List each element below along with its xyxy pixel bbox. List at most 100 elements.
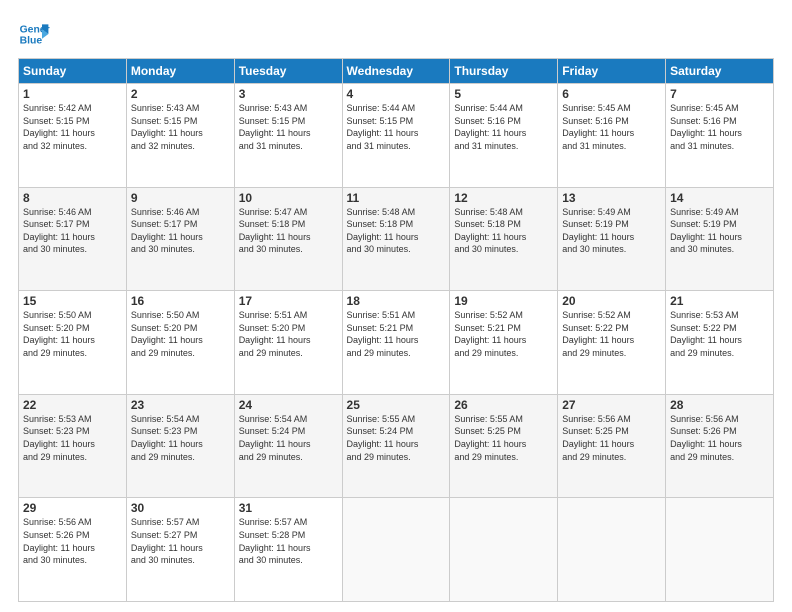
day-info: Sunrise: 5:42 AM Sunset: 5:15 PM Dayligh… [23, 102, 122, 152]
calendar-cell: 6Sunrise: 5:45 AM Sunset: 5:16 PM Daylig… [558, 84, 666, 188]
calendar-cell: 19Sunrise: 5:52 AM Sunset: 5:21 PM Dayli… [450, 291, 558, 395]
calendar-cell: 22Sunrise: 5:53 AM Sunset: 5:23 PM Dayli… [19, 394, 127, 498]
calendar-cell [666, 498, 774, 602]
day-info: Sunrise: 5:57 AM Sunset: 5:28 PM Dayligh… [239, 516, 338, 566]
logo: General Blue [18, 18, 50, 50]
day-info: Sunrise: 5:46 AM Sunset: 5:17 PM Dayligh… [23, 206, 122, 256]
day-number: 20 [562, 294, 661, 308]
day-info: Sunrise: 5:57 AM Sunset: 5:27 PM Dayligh… [131, 516, 230, 566]
day-header-monday: Monday [126, 59, 234, 84]
day-number: 10 [239, 191, 338, 205]
day-info: Sunrise: 5:53 AM Sunset: 5:22 PM Dayligh… [670, 309, 769, 359]
calendar-cell: 29Sunrise: 5:56 AM Sunset: 5:26 PM Dayli… [19, 498, 127, 602]
day-info: Sunrise: 5:54 AM Sunset: 5:24 PM Dayligh… [239, 413, 338, 463]
logo-icon: General Blue [18, 18, 50, 50]
day-number: 4 [347, 87, 446, 101]
calendar-cell: 17Sunrise: 5:51 AM Sunset: 5:20 PM Dayli… [234, 291, 342, 395]
calendar-cell [558, 498, 666, 602]
day-info: Sunrise: 5:51 AM Sunset: 5:20 PM Dayligh… [239, 309, 338, 359]
calendar-week-4: 22Sunrise: 5:53 AM Sunset: 5:23 PM Dayli… [19, 394, 774, 498]
calendar-cell: 2Sunrise: 5:43 AM Sunset: 5:15 PM Daylig… [126, 84, 234, 188]
calendar-week-2: 8Sunrise: 5:46 AM Sunset: 5:17 PM Daylig… [19, 187, 774, 291]
calendar-cell [450, 498, 558, 602]
header: General Blue [18, 18, 774, 50]
day-number: 13 [562, 191, 661, 205]
day-number: 24 [239, 398, 338, 412]
calendar-cell: 23Sunrise: 5:54 AM Sunset: 5:23 PM Dayli… [126, 394, 234, 498]
calendar-header-row: SundayMondayTuesdayWednesdayThursdayFrid… [19, 59, 774, 84]
day-number: 23 [131, 398, 230, 412]
day-info: Sunrise: 5:45 AM Sunset: 5:16 PM Dayligh… [562, 102, 661, 152]
day-number: 11 [347, 191, 446, 205]
calendar-cell: 7Sunrise: 5:45 AM Sunset: 5:16 PM Daylig… [666, 84, 774, 188]
day-info: Sunrise: 5:55 AM Sunset: 5:25 PM Dayligh… [454, 413, 553, 463]
calendar-cell: 13Sunrise: 5:49 AM Sunset: 5:19 PM Dayli… [558, 187, 666, 291]
calendar-cell: 15Sunrise: 5:50 AM Sunset: 5:20 PM Dayli… [19, 291, 127, 395]
calendar-cell: 20Sunrise: 5:52 AM Sunset: 5:22 PM Dayli… [558, 291, 666, 395]
day-header-saturday: Saturday [666, 59, 774, 84]
calendar-week-1: 1Sunrise: 5:42 AM Sunset: 5:15 PM Daylig… [19, 84, 774, 188]
calendar-cell: 27Sunrise: 5:56 AM Sunset: 5:25 PM Dayli… [558, 394, 666, 498]
calendar-cell: 25Sunrise: 5:55 AM Sunset: 5:24 PM Dayli… [342, 394, 450, 498]
day-info: Sunrise: 5:56 AM Sunset: 5:26 PM Dayligh… [23, 516, 122, 566]
calendar-cell: 4Sunrise: 5:44 AM Sunset: 5:15 PM Daylig… [342, 84, 450, 188]
day-number: 8 [23, 191, 122, 205]
page: General Blue SundayMondayTuesdayWednesda… [0, 0, 792, 612]
day-number: 18 [347, 294, 446, 308]
day-number: 26 [454, 398, 553, 412]
calendar-cell: 21Sunrise: 5:53 AM Sunset: 5:22 PM Dayli… [666, 291, 774, 395]
day-info: Sunrise: 5:54 AM Sunset: 5:23 PM Dayligh… [131, 413, 230, 463]
day-number: 15 [23, 294, 122, 308]
day-info: Sunrise: 5:43 AM Sunset: 5:15 PM Dayligh… [239, 102, 338, 152]
day-number: 6 [562, 87, 661, 101]
day-info: Sunrise: 5:49 AM Sunset: 5:19 PM Dayligh… [670, 206, 769, 256]
day-info: Sunrise: 5:43 AM Sunset: 5:15 PM Dayligh… [131, 102, 230, 152]
day-number: 21 [670, 294, 769, 308]
day-info: Sunrise: 5:56 AM Sunset: 5:26 PM Dayligh… [670, 413, 769, 463]
calendar-cell: 11Sunrise: 5:48 AM Sunset: 5:18 PM Dayli… [342, 187, 450, 291]
day-info: Sunrise: 5:48 AM Sunset: 5:18 PM Dayligh… [347, 206, 446, 256]
day-number: 16 [131, 294, 230, 308]
day-info: Sunrise: 5:45 AM Sunset: 5:16 PM Dayligh… [670, 102, 769, 152]
day-info: Sunrise: 5:50 AM Sunset: 5:20 PM Dayligh… [131, 309, 230, 359]
calendar-week-5: 29Sunrise: 5:56 AM Sunset: 5:26 PM Dayli… [19, 498, 774, 602]
calendar-cell: 14Sunrise: 5:49 AM Sunset: 5:19 PM Dayli… [666, 187, 774, 291]
calendar-body: 1Sunrise: 5:42 AM Sunset: 5:15 PM Daylig… [19, 84, 774, 602]
day-info: Sunrise: 5:50 AM Sunset: 5:20 PM Dayligh… [23, 309, 122, 359]
calendar-cell: 26Sunrise: 5:55 AM Sunset: 5:25 PM Dayli… [450, 394, 558, 498]
day-info: Sunrise: 5:44 AM Sunset: 5:15 PM Dayligh… [347, 102, 446, 152]
day-header-tuesday: Tuesday [234, 59, 342, 84]
calendar-table: SundayMondayTuesdayWednesdayThursdayFrid… [18, 58, 774, 602]
day-info: Sunrise: 5:44 AM Sunset: 5:16 PM Dayligh… [454, 102, 553, 152]
day-info: Sunrise: 5:46 AM Sunset: 5:17 PM Dayligh… [131, 206, 230, 256]
day-number: 19 [454, 294, 553, 308]
day-number: 22 [23, 398, 122, 412]
day-info: Sunrise: 5:53 AM Sunset: 5:23 PM Dayligh… [23, 413, 122, 463]
day-number: 3 [239, 87, 338, 101]
calendar-cell [342, 498, 450, 602]
calendar-cell: 16Sunrise: 5:50 AM Sunset: 5:20 PM Dayli… [126, 291, 234, 395]
day-number: 1 [23, 87, 122, 101]
calendar-cell: 8Sunrise: 5:46 AM Sunset: 5:17 PM Daylig… [19, 187, 127, 291]
day-header-thursday: Thursday [450, 59, 558, 84]
day-number: 14 [670, 191, 769, 205]
day-number: 5 [454, 87, 553, 101]
day-number: 31 [239, 501, 338, 515]
calendar-cell: 1Sunrise: 5:42 AM Sunset: 5:15 PM Daylig… [19, 84, 127, 188]
day-number: 12 [454, 191, 553, 205]
day-info: Sunrise: 5:48 AM Sunset: 5:18 PM Dayligh… [454, 206, 553, 256]
calendar-cell: 24Sunrise: 5:54 AM Sunset: 5:24 PM Dayli… [234, 394, 342, 498]
day-header-sunday: Sunday [19, 59, 127, 84]
day-info: Sunrise: 5:56 AM Sunset: 5:25 PM Dayligh… [562, 413, 661, 463]
calendar-week-3: 15Sunrise: 5:50 AM Sunset: 5:20 PM Dayli… [19, 291, 774, 395]
day-number: 28 [670, 398, 769, 412]
calendar-cell: 30Sunrise: 5:57 AM Sunset: 5:27 PM Dayli… [126, 498, 234, 602]
day-number: 25 [347, 398, 446, 412]
day-info: Sunrise: 5:55 AM Sunset: 5:24 PM Dayligh… [347, 413, 446, 463]
calendar-cell: 9Sunrise: 5:46 AM Sunset: 5:17 PM Daylig… [126, 187, 234, 291]
calendar-cell: 5Sunrise: 5:44 AM Sunset: 5:16 PM Daylig… [450, 84, 558, 188]
svg-text:Blue: Blue [20, 36, 43, 47]
day-header-friday: Friday [558, 59, 666, 84]
calendar-cell: 31Sunrise: 5:57 AM Sunset: 5:28 PM Dayli… [234, 498, 342, 602]
day-number: 27 [562, 398, 661, 412]
